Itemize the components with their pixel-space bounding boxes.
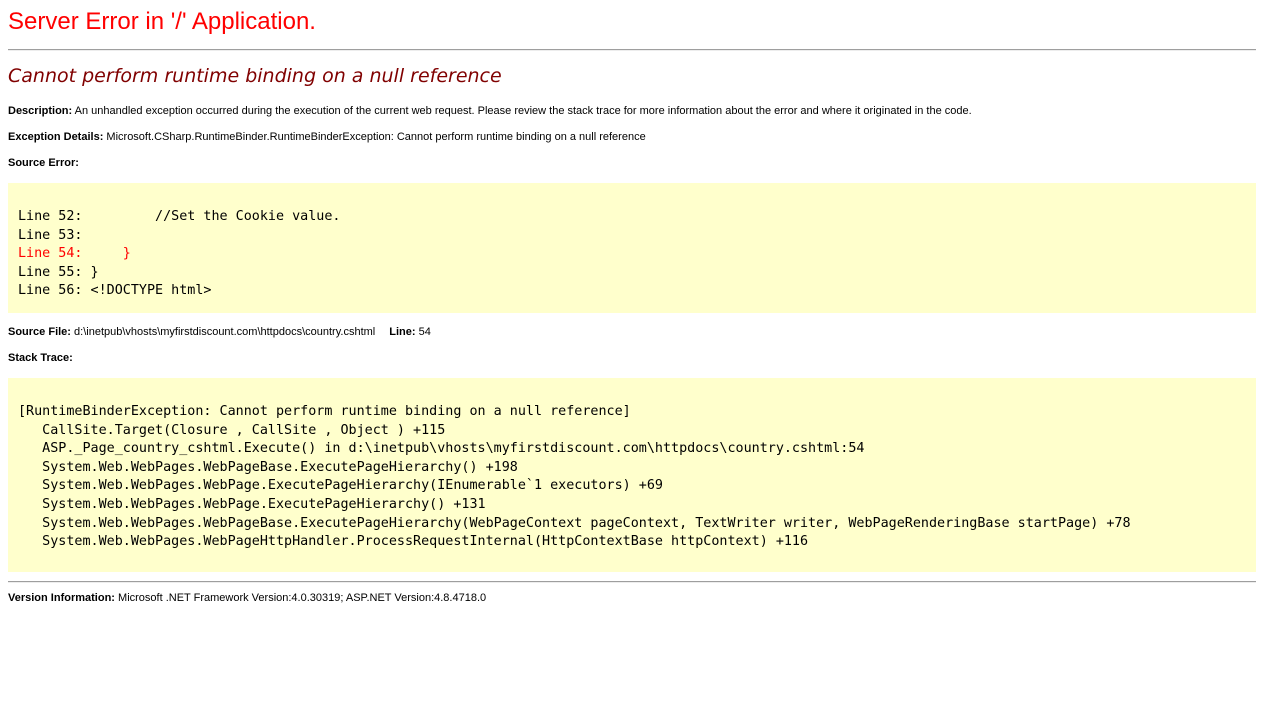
version-text: Microsoft .NET Framework Version:4.0.303…	[118, 592, 486, 604]
stack-trace-row: Stack Trace:	[8, 352, 1256, 365]
source-error-label: Source Error:	[8, 157, 79, 169]
exception-details-label: Exception Details:	[8, 131, 103, 143]
source-error-box: Line 52: //Set the Cookie value. Line 53…	[8, 183, 1256, 313]
page-title: Server Error in '/' Application.	[8, 8, 1256, 36]
version-row: Version Information: Microsoft .NET Fram…	[8, 592, 1256, 605]
source-code: Line 52: //Set the Cookie value. Line 53…	[8, 183, 1256, 313]
description-row: Description: An unhandled exception occu…	[8, 105, 1256, 118]
stack-trace-label: Stack Trace:	[8, 352, 73, 364]
description-label: Description:	[8, 105, 72, 117]
source-error-row: Source Error:	[8, 157, 1256, 170]
source-code-before: Line 52: //Set the Cookie value. Line 53…	[18, 209, 340, 243]
line-label: Line:	[389, 326, 415, 338]
error-page: Server Error in '/' Application. Cannot …	[8, 8, 1256, 605]
stack-trace-box: [RuntimeBinderException: Cannot perform …	[8, 378, 1256, 572]
source-file-row: Source File: d:\inetpub\vhosts\myfirstdi…	[8, 326, 1256, 339]
version-label: Version Information:	[8, 592, 115, 604]
description-text: An unhandled exception occurred during t…	[75, 105, 972, 117]
source-code-after: Line 55: } Line 56: <!DOCTYPE html>	[18, 265, 211, 299]
exception-details-row: Exception Details: Microsoft.CSharp.Runt…	[8, 131, 1256, 144]
stack-trace-text: [RuntimeBinderException: Cannot perform …	[8, 378, 1256, 572]
line-number: 54	[419, 326, 431, 338]
source-file-path: d:\inetpub\vhosts\myfirstdiscount.com\ht…	[74, 326, 375, 338]
source-file-label: Source File:	[8, 326, 71, 338]
footer-divider	[8, 581, 1256, 583]
source-code-highlighted-line: Line 54: }	[18, 246, 131, 261]
exception-details-text: Microsoft.CSharp.RuntimeBinder.RuntimeBi…	[106, 131, 645, 143]
title-divider	[8, 49, 1256, 51]
error-subtitle: Cannot perform runtime binding on a null…	[8, 65, 1256, 87]
